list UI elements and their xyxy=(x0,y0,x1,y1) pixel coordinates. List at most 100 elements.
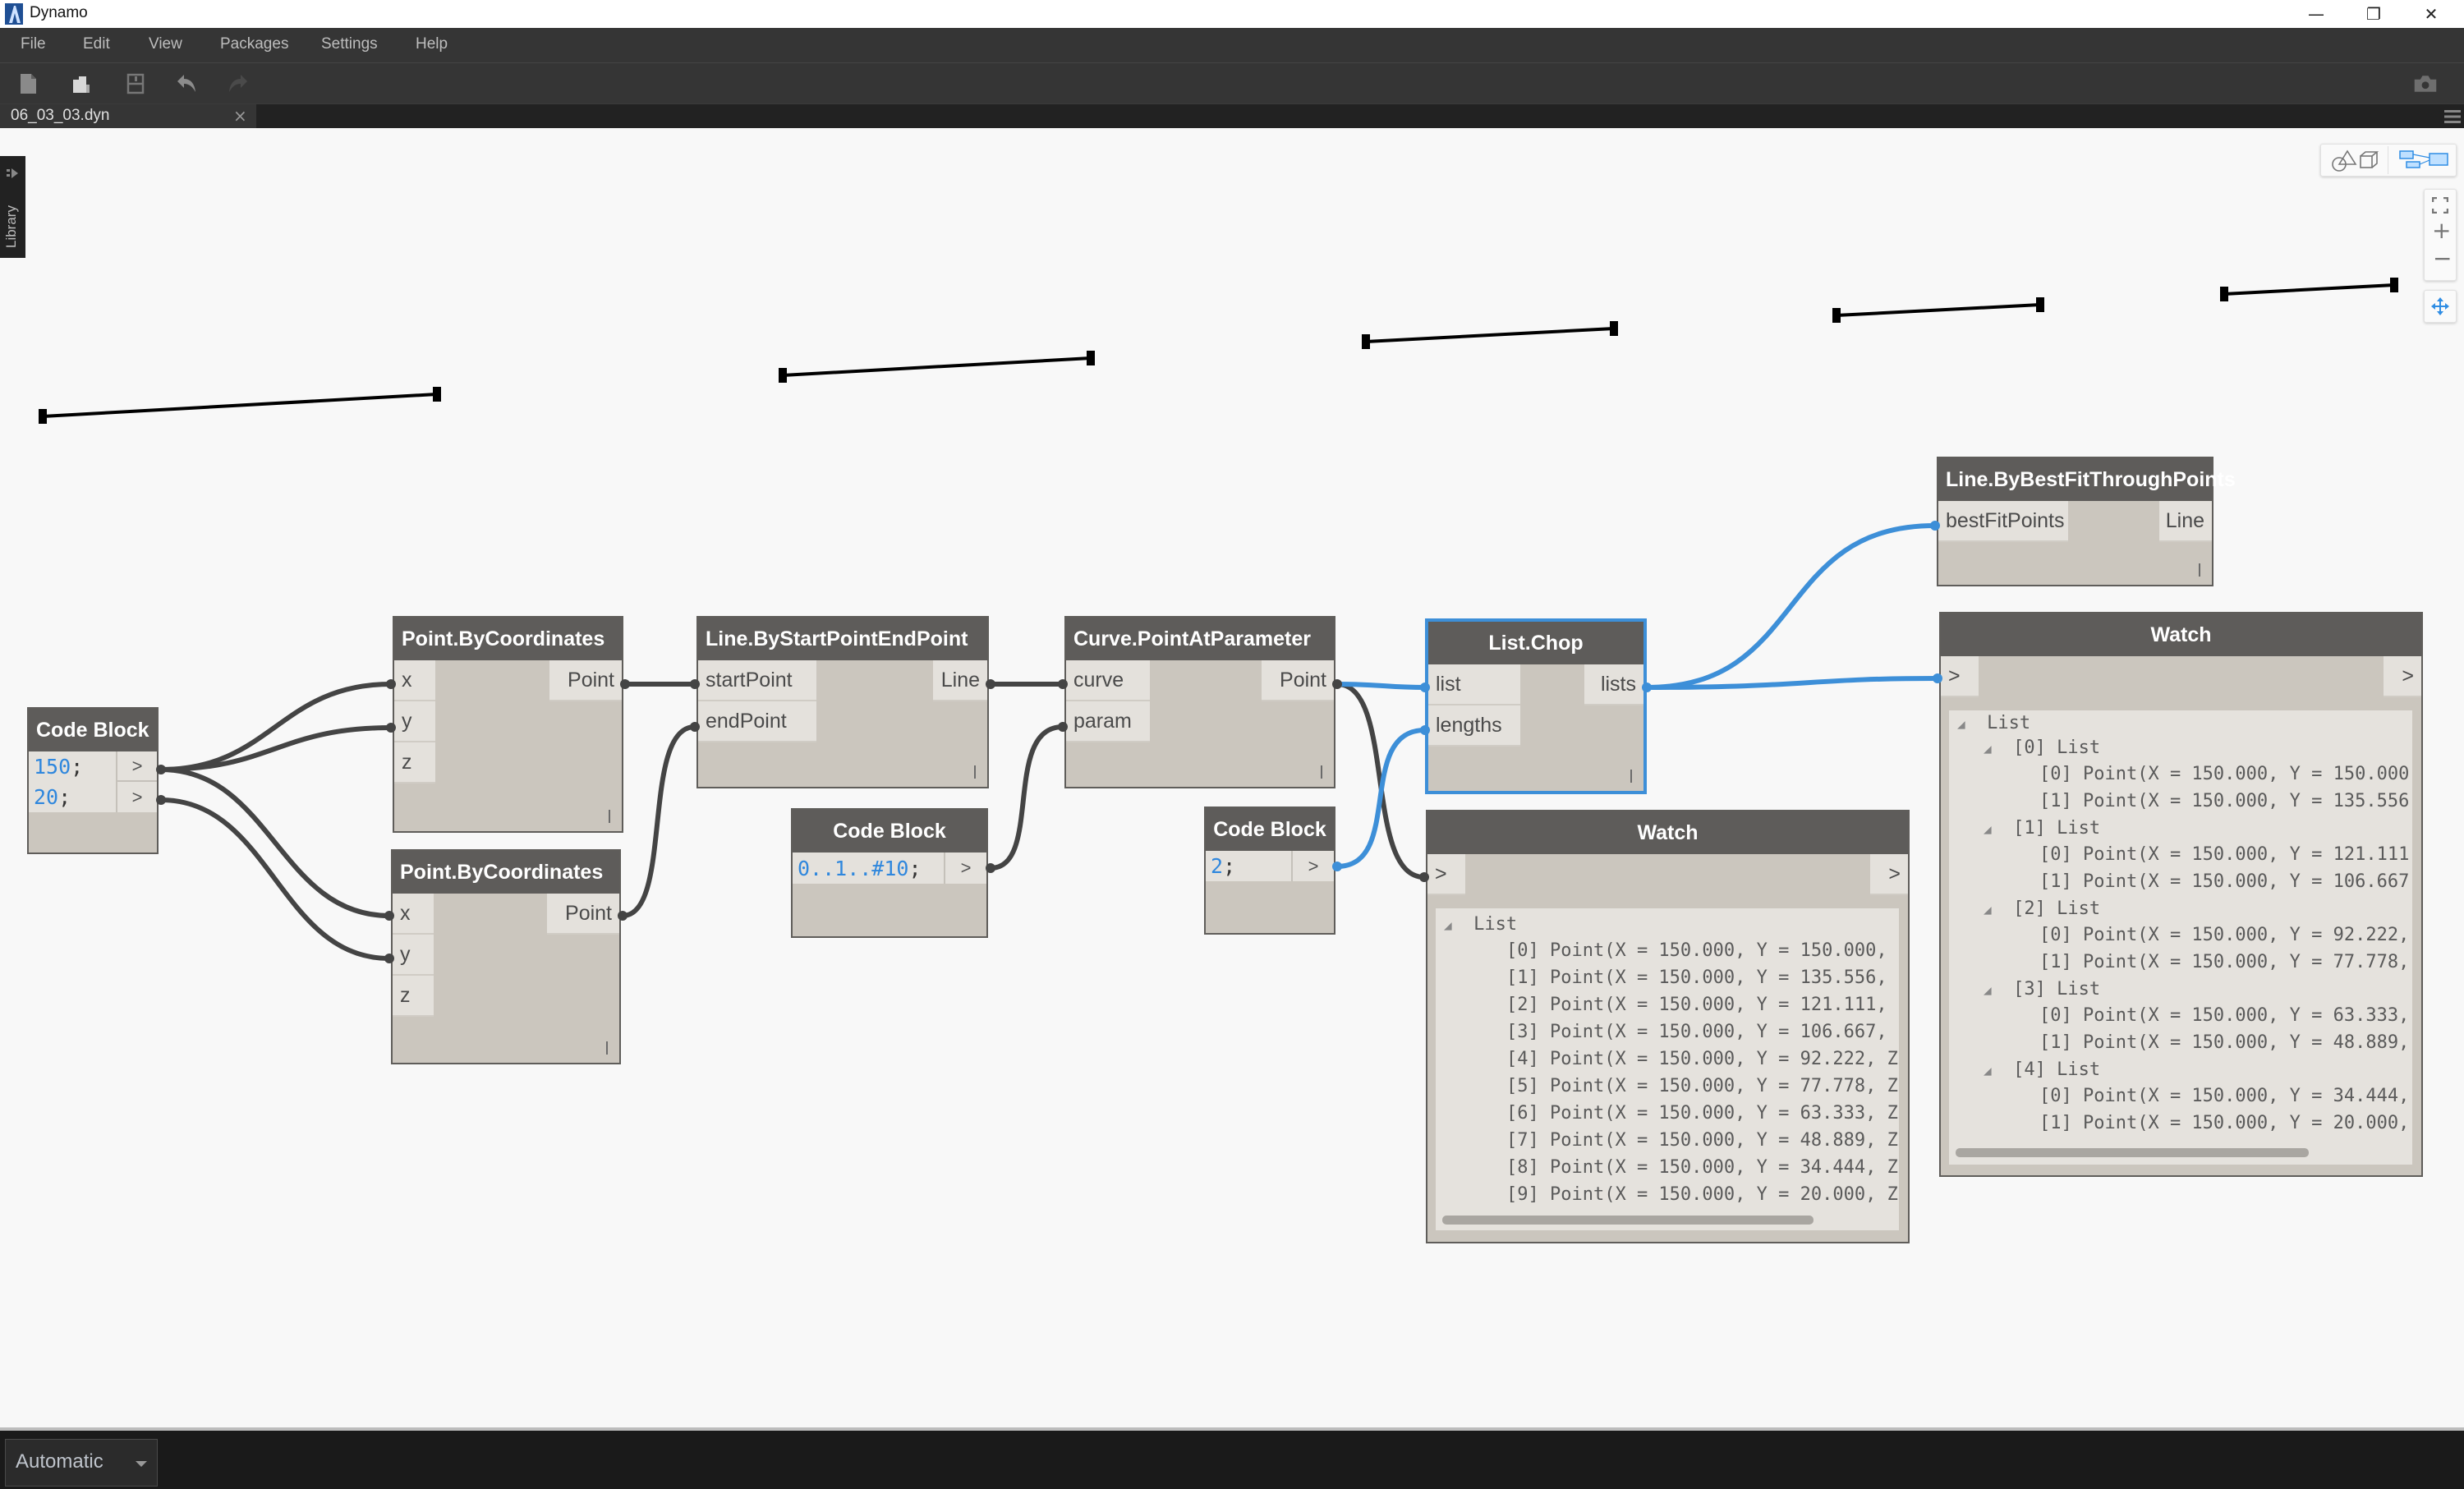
tree-root[interactable]: ◢ List xyxy=(1957,710,2030,737)
collapse-triangle-icon[interactable]: ◢ xyxy=(1984,821,1992,837)
tree-group[interactable]: ◢ [3] List xyxy=(1984,977,2100,1003)
code-value: 150 xyxy=(34,755,71,779)
zoom-controls: + − xyxy=(2424,189,2457,281)
code-value: 20 xyxy=(34,785,59,809)
node-title: Code Block xyxy=(793,810,986,852)
wire[interactable] xyxy=(160,767,390,918)
input-port-param[interactable]: param xyxy=(1066,701,1150,742)
code-input[interactable]: 150; xyxy=(29,751,116,782)
lacing-indicator[interactable] xyxy=(1321,765,1322,779)
output-port-point[interactable]: Point xyxy=(549,660,622,701)
geometry-view-icon[interactable] xyxy=(2329,148,2379,172)
tree-group[interactable]: ◢ [1] List xyxy=(1984,816,2100,842)
output-port[interactable]: > xyxy=(944,852,986,884)
point-by-coordinates-node[interactable]: Point.ByCoordinates x y z Point xyxy=(391,849,621,1064)
watch-node[interactable]: Watch > > ◢ List ◢ [0] List [0] Point(X … xyxy=(1939,612,2423,1177)
code-semicolon: ; xyxy=(1223,854,1236,878)
output-port-line[interactable]: Line xyxy=(2159,501,2212,542)
tree-label: [3] List xyxy=(2013,979,2101,1000)
node-title: Code Block xyxy=(1206,808,1334,851)
output-port-point[interactable]: Point xyxy=(1262,660,1334,701)
input-port-z[interactable]: z xyxy=(393,976,434,1017)
zoom-to-fit-icon[interactable] xyxy=(2432,197,2448,214)
output-port-lists[interactable]: lists xyxy=(1584,664,1643,705)
run-mode-value: Automatic xyxy=(16,1450,103,1473)
input-port-x[interactable]: x xyxy=(394,660,435,701)
output-port[interactable]: > xyxy=(2384,656,2421,697)
line-by-start-end-node[interactable]: Line.ByStartPointEndPoint startPoint end… xyxy=(696,616,989,788)
lacing-indicator[interactable] xyxy=(2199,563,2200,577)
wire[interactable] xyxy=(1646,523,1936,690)
tree-group[interactable]: ◢ [4] List xyxy=(1984,1057,2100,1083)
tree-group[interactable]: ◢ [2] List xyxy=(1984,896,2100,922)
expand-arrow-icon xyxy=(7,168,18,178)
code-block-node[interactable]: Code Block 2; > xyxy=(1204,807,1335,935)
view-mode-switcher xyxy=(2320,144,2457,177)
wire[interactable] xyxy=(990,724,1064,871)
output-port[interactable]: > xyxy=(116,751,157,782)
lacing-indicator[interactable] xyxy=(974,765,976,779)
zoom-in-button[interactable]: + xyxy=(2432,219,2451,242)
output-port-line[interactable]: Line xyxy=(933,660,987,701)
collapse-triangle-icon[interactable]: ◢ xyxy=(1984,982,1992,998)
status-bar: Automatic xyxy=(0,1427,2464,1489)
library-panel-toggle[interactable]: Library xyxy=(0,156,25,258)
lacing-indicator[interactable] xyxy=(1630,770,1632,783)
collapse-triangle-icon[interactable]: ◢ xyxy=(1984,902,1992,917)
zoom-out-button[interactable]: − xyxy=(2433,247,2452,270)
tree-label: [1] List xyxy=(2013,818,2101,839)
wire[interactable] xyxy=(622,724,696,918)
code-input[interactable]: 20; xyxy=(29,782,116,812)
input-port-startpoint[interactable]: startPoint xyxy=(698,660,816,701)
point-by-coordinates-node[interactable]: Point.ByCoordinates x y z Point xyxy=(393,616,623,833)
node-title: Code Block xyxy=(29,709,157,751)
list-chop-node[interactable]: List.Chop list lengths lists xyxy=(1425,618,1647,794)
input-port-y[interactable]: y xyxy=(393,935,434,976)
line-by-best-fit-node[interactable]: Line.ByBestFitThroughPoints bestFitPoint… xyxy=(1937,457,2236,586)
wire[interactable] xyxy=(1336,728,1426,869)
output-port-point[interactable]: Point xyxy=(547,894,619,935)
input-port[interactable]: > xyxy=(1941,656,1979,697)
node-title: Line.ByBestFitThroughPoints xyxy=(1938,458,2236,501)
input-port-z[interactable]: z xyxy=(394,742,435,784)
input-port[interactable]: > xyxy=(1427,854,1465,895)
watch-tree[interactable]: ◢ List [0] Point(X = 150.000, Y = 150.00… xyxy=(1436,908,1899,1230)
watch-tree[interactable]: ◢ List ◢ [0] List [0] Point(X = 150.000,… xyxy=(1949,710,2412,1165)
collapse-triangle-icon[interactable]: ◢ xyxy=(1444,917,1452,933)
wire[interactable] xyxy=(160,797,390,961)
list-item: [0] Point(X = 150.000, Y = 63.333, xyxy=(2039,1005,2410,1026)
input-port-curve[interactable]: curve xyxy=(1066,660,1150,701)
code-block-node[interactable]: Code Block 0..1..#10; > xyxy=(791,808,988,938)
node-title: Point.ByCoordinates xyxy=(393,851,619,894)
wire[interactable] xyxy=(160,725,392,772)
input-port-endpoint[interactable]: endPoint xyxy=(698,701,816,742)
input-port-lengths[interactable]: lengths xyxy=(1428,705,1520,747)
pan-icon[interactable] xyxy=(2430,296,2450,316)
horizontal-scrollbar[interactable] xyxy=(1442,1216,1814,1225)
input-port-y[interactable]: y xyxy=(394,701,435,742)
curve-point-at-parameter-node[interactable]: Curve.PointAtParameter curve param Point xyxy=(1064,616,1335,788)
code-input[interactable]: 0..1..#10; xyxy=(793,852,944,884)
input-port-list[interactable]: list xyxy=(1428,664,1520,705)
run-mode-dropdown[interactable]: Automatic xyxy=(5,1439,158,1487)
output-port[interactable]: > xyxy=(1291,851,1334,881)
horizontal-scrollbar[interactable] xyxy=(1956,1148,2309,1157)
output-port[interactable]: > xyxy=(1870,854,1908,895)
input-port-x[interactable]: x xyxy=(393,894,434,935)
tree-root[interactable]: ◢ List xyxy=(1444,912,1517,938)
watch-node[interactable]: Watch > > ◢ List [0] Point(X = 150.000, … xyxy=(1426,810,1910,1243)
collapse-triangle-icon[interactable]: ◢ xyxy=(1984,1063,1992,1078)
code-block-node[interactable]: Code Block 150; > 20; > xyxy=(27,707,159,854)
input-port-bestfitpoints[interactable]: bestFitPoints xyxy=(1938,501,2068,542)
code-input[interactable]: 2; xyxy=(1206,851,1291,881)
lacing-indicator[interactable] xyxy=(609,810,610,823)
library-label: Library xyxy=(3,205,19,248)
tree-group[interactable]: ◢ [0] List xyxy=(1984,735,2100,761)
output-port[interactable]: > xyxy=(116,782,157,812)
lacing-indicator[interactable] xyxy=(606,1041,608,1055)
node-title: Curve.PointAtParameter xyxy=(1066,618,1334,660)
collapse-triangle-icon[interactable]: ◢ xyxy=(1984,741,1992,756)
list-item: [1] Point(X = 150.000, Y = 20.000, xyxy=(2039,1113,2410,1133)
graph-view-icon[interactable] xyxy=(2398,149,2449,171)
collapse-triangle-icon[interactable]: ◢ xyxy=(1957,716,1965,732)
